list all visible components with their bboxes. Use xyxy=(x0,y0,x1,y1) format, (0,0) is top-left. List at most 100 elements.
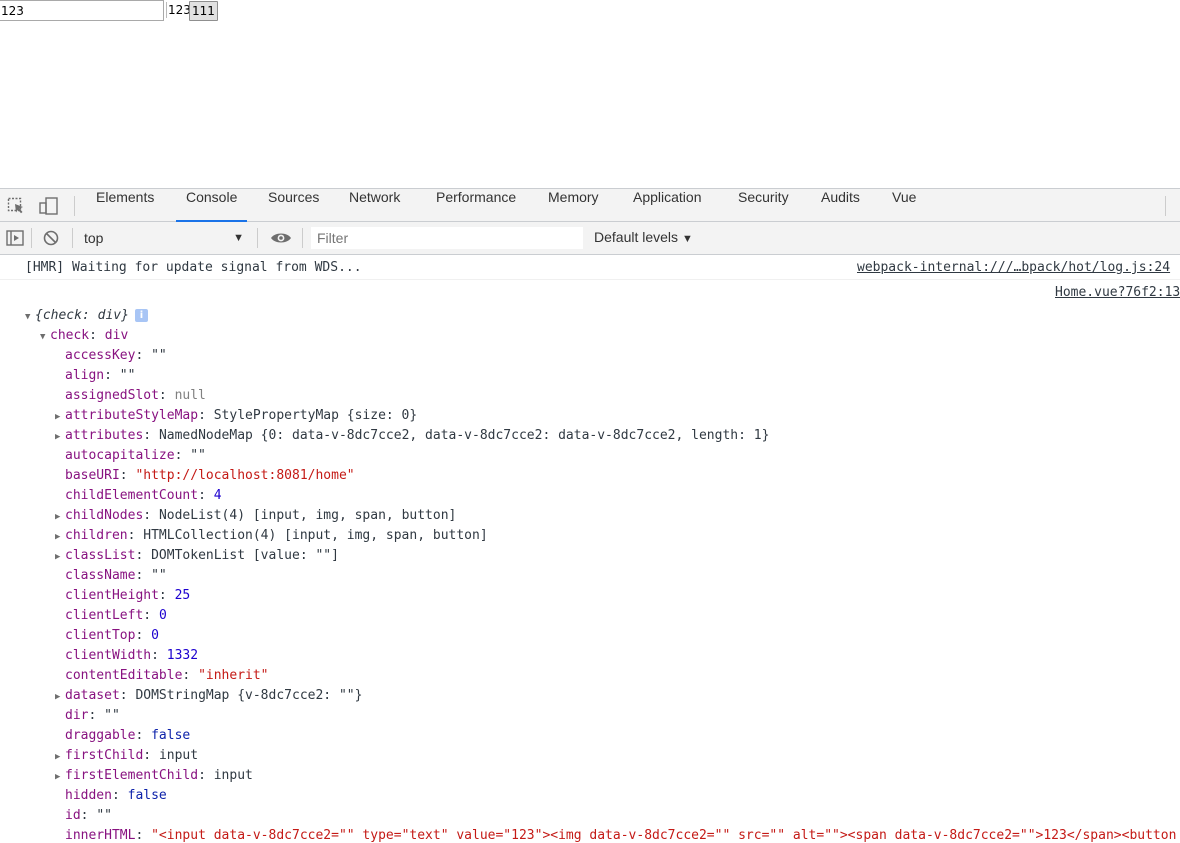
expand-triangle-icon[interactable]: ▼ xyxy=(40,327,50,347)
expand-triangle-icon[interactable]: ▼ xyxy=(25,307,35,327)
filter-input[interactable] xyxy=(311,227,583,249)
devtools-tabbar: Elements Console Sources Network Perform… xyxy=(0,189,1180,222)
expand-triangle-icon[interactable]: ▶ xyxy=(55,527,65,547)
console-message: [HMR] Waiting for update signal from WDS… xyxy=(0,255,1180,280)
property-value: 0 xyxy=(158,608,167,623)
expand-triangle-icon[interactable]: ▶ xyxy=(55,747,65,767)
property-row: innerHTML: "<input data-v-8dc7cce2="" ty… xyxy=(65,828,1177,843)
tab-console[interactable]: Console xyxy=(176,189,248,222)
property-key: assignedSlot xyxy=(65,388,159,403)
context-selector[interactable]: top ▼ xyxy=(76,228,250,248)
property-key: draggable xyxy=(65,728,136,743)
context-selector-label: top xyxy=(84,230,104,246)
expand-triangle-icon[interactable]: ▶ xyxy=(55,427,65,447)
object-root[interactable]: ▼ {check: div} i xyxy=(25,306,148,326)
property-key: children xyxy=(65,528,128,543)
property-value: "" xyxy=(190,448,206,463)
property-key: dataset xyxy=(65,688,120,703)
tab-performance[interactable]: Performance xyxy=(426,189,526,222)
property-row: clientTop: 0 xyxy=(65,628,159,643)
toolbar-divider xyxy=(302,228,303,248)
property-value: "" xyxy=(151,568,167,583)
source-link[interactable]: Home.vue?76f2:13 xyxy=(1055,283,1180,303)
property-value: 0 xyxy=(151,628,159,643)
console-output: [HMR] Waiting for update signal from WDS… xyxy=(0,255,1180,843)
property-key: id xyxy=(65,808,81,823)
property-key: classList xyxy=(65,548,136,563)
property-key: check xyxy=(50,328,90,343)
property-key: baseURI xyxy=(65,468,120,483)
property-value: NodeList(4) [input, img, span, button] xyxy=(158,508,457,523)
source-link[interactable]: webpack-internal:///…bpack/hot/log.js:24 xyxy=(857,258,1170,278)
property-key: align xyxy=(65,368,105,383)
property-row[interactable]: ▶ attributeStyleMap: StylePropertyMap {si… xyxy=(55,406,417,426)
console-message: Home.vue?76f2:13 ▼ {check: div} i ▼ check: … xyxy=(0,280,1180,843)
property-key: firstElementChild xyxy=(65,768,199,783)
property-value: "" xyxy=(96,808,112,823)
object-preview: {check: div} xyxy=(35,308,129,323)
property-row: dir: "" xyxy=(65,708,120,723)
sidebar-toggle-icon[interactable] xyxy=(6,229,24,247)
span-text: 123 xyxy=(168,3,191,17)
tab-sources[interactable]: Sources xyxy=(258,189,329,222)
eye-icon[interactable] xyxy=(270,229,292,247)
tab-security[interactable]: Security xyxy=(728,189,799,222)
property-row[interactable]: ▶ firstElementChild: input xyxy=(55,766,253,786)
expand-triangle-icon[interactable]: ▶ xyxy=(55,687,65,707)
property-value: NamedNodeMap {0: data-v-8dc7cce2, data-v… xyxy=(158,428,770,443)
text-input[interactable] xyxy=(0,0,164,21)
property-value: div xyxy=(104,328,129,343)
expand-triangle-icon[interactable]: ▶ xyxy=(55,767,65,787)
property-value: DOMStringMap {v-8dc7cce2: ""} xyxy=(135,688,363,703)
property-key: clientTop xyxy=(65,628,136,643)
property-value: "http://localhost:8081/home" xyxy=(135,468,355,483)
property-row[interactable]: ▶ attributes: NamedNodeMap {0: data-v-8dc… xyxy=(55,426,769,446)
property-row: contentEditable: "inherit" xyxy=(65,668,269,683)
property-value: HTMLCollection(4) [input, img, span, but… xyxy=(143,528,488,543)
property-key: accessKey xyxy=(65,348,136,363)
tab-vue[interactable]: Vue xyxy=(882,189,926,222)
toolbar-divider xyxy=(1165,196,1166,216)
property-row[interactable]: ▶ childNodes: NodeList(4) [input, img, sp… xyxy=(55,506,456,526)
property-value: StylePropertyMap {size: 0} xyxy=(213,408,418,423)
property-row[interactable]: ▶ dataset: DOMStringMap {v-8dc7cce2: ""} xyxy=(55,686,362,706)
property-row[interactable]: ▶ firstChild: input xyxy=(55,746,198,766)
property-value: 25 xyxy=(174,588,191,603)
info-icon[interactable]: i xyxy=(134,309,148,322)
property-row: accessKey: "" xyxy=(65,348,167,363)
property-value: false xyxy=(127,788,167,803)
property-key: attributes xyxy=(65,428,144,443)
tab-elements[interactable]: Elements xyxy=(86,189,164,222)
property-key: clientWidth xyxy=(65,648,152,663)
inspect-element-icon[interactable] xyxy=(7,197,25,215)
property-row: autocapitalize: "" xyxy=(65,448,206,463)
property-row: hidden: false xyxy=(65,788,167,803)
property-row[interactable]: ▶ classList: DOMTokenList [value: ""] xyxy=(55,546,339,566)
page-button[interactable]: 111 xyxy=(189,1,218,21)
dropdown-arrow-icon: ▼ xyxy=(682,233,693,245)
tab-memory[interactable]: Memory xyxy=(538,189,609,222)
property-row: baseURI: "http://localhost:8081/home" xyxy=(65,468,355,483)
tab-audits[interactable]: Audits xyxy=(811,189,870,222)
console-toolbar: top ▼ Default levels▼ xyxy=(0,222,1180,255)
tab-application[interactable]: Application xyxy=(623,189,712,222)
toolbar-divider xyxy=(72,228,73,248)
property-key: className xyxy=(65,568,136,583)
expand-triangle-icon[interactable]: ▶ xyxy=(55,547,65,567)
property-value: 1332 xyxy=(166,648,199,663)
property-key: contentEditable xyxy=(65,668,183,683)
object-property-check[interactable]: ▼ check: div xyxy=(40,326,128,346)
page-viewport: 123 111 xyxy=(0,0,1180,188)
property-value: "" xyxy=(151,348,167,363)
device-toolbar-icon[interactable] xyxy=(39,197,58,215)
expand-triangle-icon[interactable]: ▶ xyxy=(55,407,65,427)
property-key: innerHTML xyxy=(65,828,136,843)
clear-console-icon[interactable] xyxy=(42,229,60,247)
property-value: "inherit" xyxy=(198,668,269,683)
property-key: childElementCount xyxy=(65,488,199,503)
log-levels-dropdown[interactable]: Default levels ▼ xyxy=(594,229,693,245)
expand-triangle-icon[interactable]: ▶ xyxy=(55,507,65,527)
tab-network[interactable]: Network xyxy=(339,189,410,222)
property-row[interactable]: ▶ children: HTMLCollection(4) [input, img… xyxy=(55,526,488,546)
property-value: input xyxy=(158,748,199,763)
